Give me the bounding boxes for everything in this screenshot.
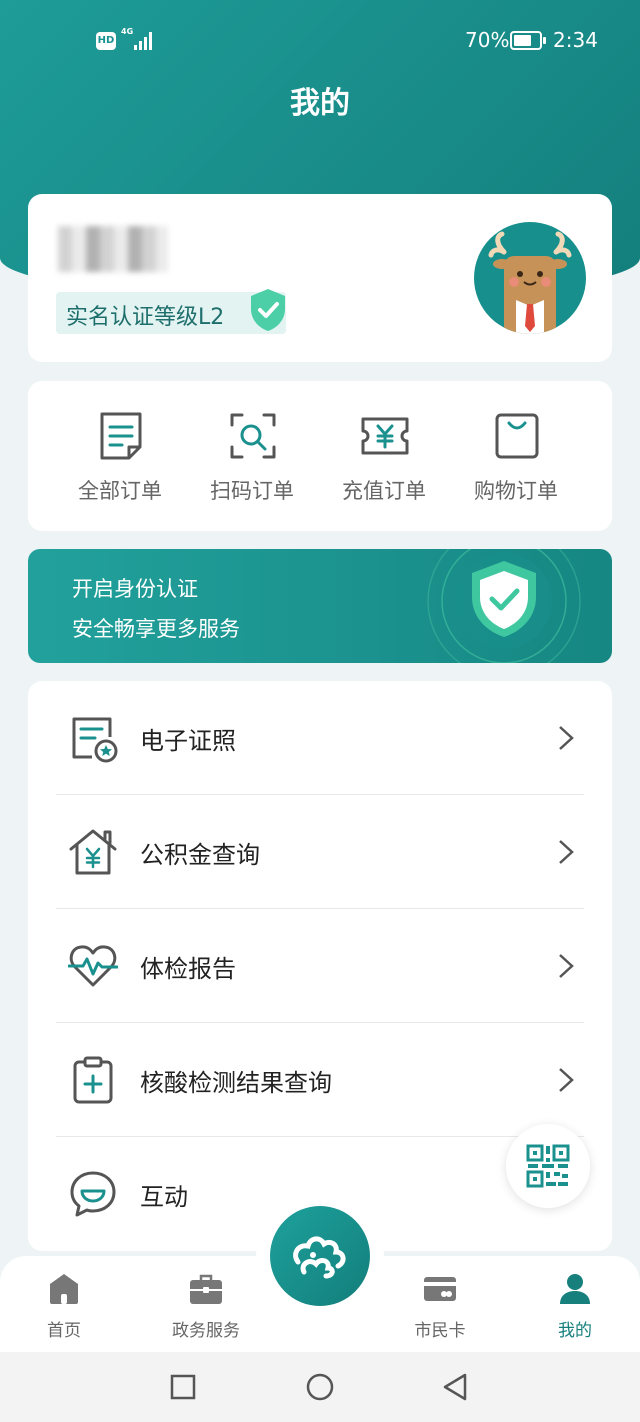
scan-search-icon (230, 413, 276, 459)
health-heart-icon (68, 945, 118, 987)
banner-title: 开启身份认证 (72, 577, 198, 601)
recent-apps-icon[interactable] (168, 1372, 198, 1402)
center-logo-button[interactable] (270, 1206, 370, 1306)
battery-icon (510, 31, 546, 50)
briefcase-icon (190, 1274, 222, 1304)
back-triangle-icon[interactable] (440, 1372, 470, 1402)
certification-label: 实名认证等级L2 (66, 305, 225, 330)
qr-code-icon (526, 1144, 570, 1188)
document-list-icon (100, 412, 142, 460)
tab-citizen-card-label: 市民卡 (414, 1321, 466, 1341)
chevron-right-icon (559, 954, 574, 978)
menu-item-e-license[interactable]: 电子证照 (28, 681, 612, 795)
page-title: 我的 (290, 86, 350, 121)
system-nav-bar (0, 1352, 640, 1422)
tab-gov-services[interactable]: 政务服务 (146, 1272, 266, 1346)
tab-home[interactable]: 首页 (4, 1272, 124, 1346)
tab-mine[interactable]: 我的 (515, 1272, 635, 1346)
qr-code-button[interactable] (506, 1124, 590, 1208)
order-all[interactable]: 全部订单 (60, 411, 180, 511)
signal-icon (132, 30, 154, 50)
menu-item-nucleic-test[interactable]: 核酸检测结果查询 (28, 1023, 612, 1137)
order-all-label: 全部订单 (78, 479, 162, 503)
card-icon (424, 1277, 456, 1301)
menu-label-housing-fund: 公积金查询 (140, 841, 260, 869)
shield-check-icon (427, 549, 581, 663)
status-time: 2:34 (553, 28, 598, 52)
chevron-right-icon (559, 726, 574, 750)
home-circle-icon[interactable] (305, 1372, 335, 1402)
yuan-ticket-icon (361, 417, 409, 455)
menu-label-health-report: 体检报告 (140, 955, 236, 983)
reindeer-avatar-icon (488, 231, 572, 334)
shopping-bag-icon (495, 413, 539, 459)
house-fund-icon (69, 829, 117, 875)
menu-item-housing-fund[interactable]: 公积金查询 (28, 795, 612, 909)
chat-smile-icon (70, 1171, 116, 1217)
profile-card[interactable]: 用户 实名认证等级L2 (28, 194, 612, 362)
verified-shield-icon (251, 289, 285, 331)
banner-subtitle: 安全畅享更多服务 (72, 617, 240, 641)
order-shopping-label: 购物订单 (474, 479, 558, 503)
chevron-right-icon (559, 1068, 574, 1092)
menu-label-interaction: 互动 (140, 1183, 188, 1211)
menu-label-e-license: 电子证照 (140, 727, 236, 755)
order-recharge[interactable]: 充值订单 (324, 411, 444, 511)
hd-badge: HD (96, 32, 116, 50)
identity-auth-banner[interactable]: 开启身份认证 安全畅享更多服务 (28, 549, 612, 663)
order-scan[interactable]: 扫码订单 (192, 411, 312, 511)
avatar[interactable] (474, 222, 586, 334)
menu-label-nucleic-test: 核酸检测结果查询 (140, 1069, 332, 1097)
user-icon (560, 1274, 590, 1304)
status-bar: HD 4G 70% 2:34 (0, 0, 640, 84)
order-recharge-label: 充值订单 (342, 479, 426, 503)
chevron-right-icon (559, 840, 574, 864)
menu-item-health-report[interactable]: 体检报告 (28, 909, 612, 1023)
e-license-icon (72, 717, 118, 763)
battery-percent: 70% (465, 28, 510, 52)
tab-citizen-card[interactable]: 市民卡 (380, 1272, 500, 1346)
order-scan-label: 扫码订单 (210, 479, 294, 503)
tab-mine-label: 我的 (558, 1321, 592, 1341)
username-blurred: 用户 (58, 226, 168, 272)
cloud-logo-icon (293, 1236, 346, 1279)
order-shopping[interactable]: 购物订单 (456, 411, 576, 511)
clipboard-medical-icon (73, 1056, 113, 1104)
orders-card: 全部订单 扫码订单 充值订单 购物订单 (28, 381, 612, 531)
tab-home-label: 首页 (47, 1321, 81, 1341)
home-icon (50, 1274, 78, 1304)
tab-gov-services-label: 政务服务 (172, 1321, 240, 1341)
